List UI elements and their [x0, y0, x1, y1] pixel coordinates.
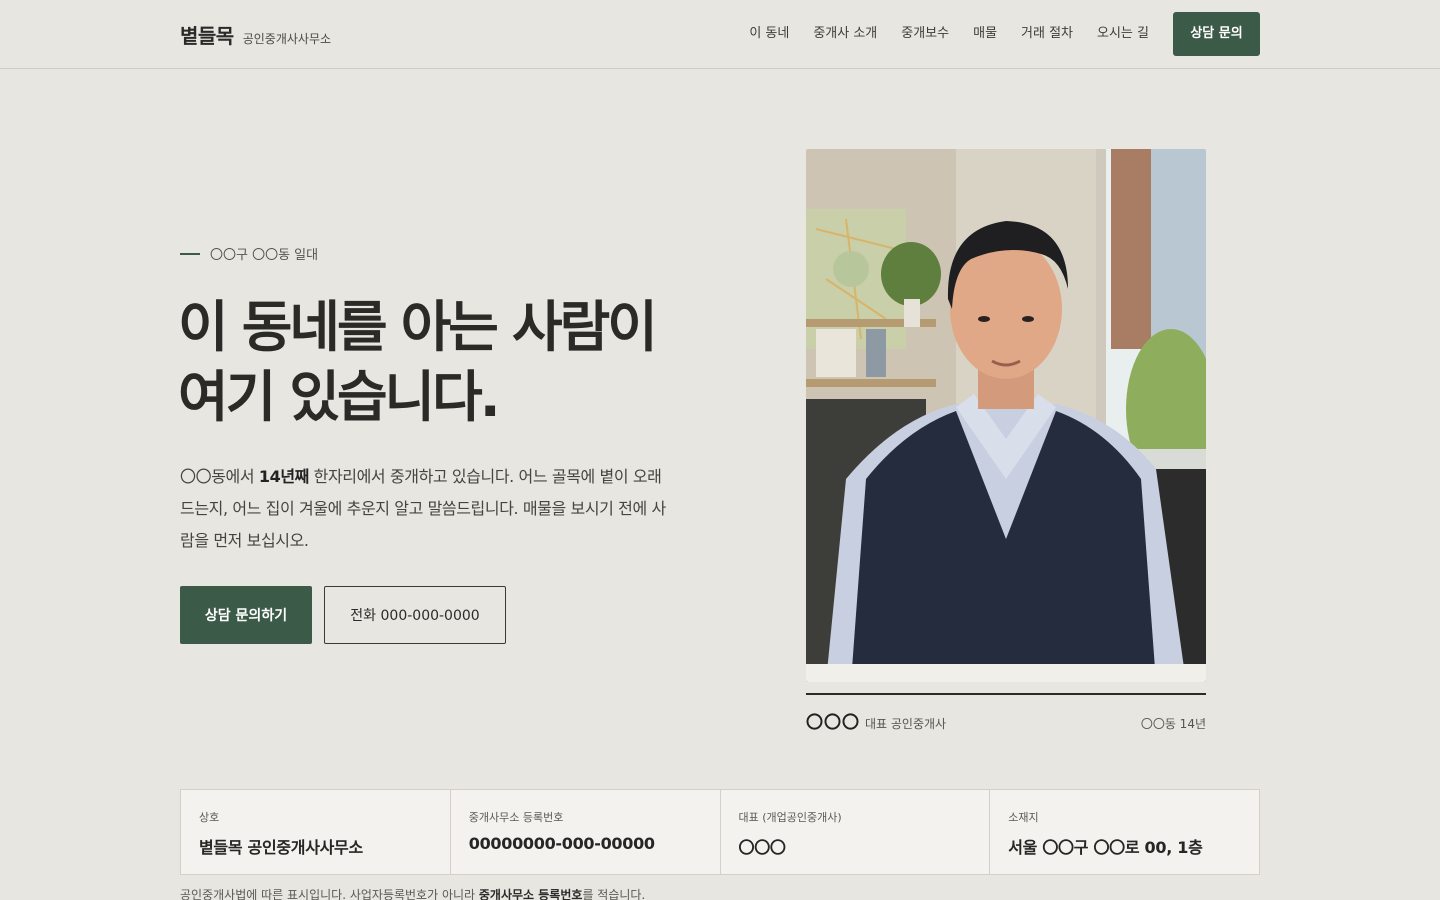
nav-item-listings[interactable]: 매물: [973, 12, 997, 56]
desc-years: 14년째: [258, 467, 310, 486]
agent-name: 〇〇〇: [806, 713, 860, 733]
site-header: 볕들목 공인중개사사무소 이 동네 중개사 소개 중개보수 매물 거래 절차 오…: [0, 0, 1440, 69]
footnote-bold: 중개사무소 등록번호: [478, 888, 583, 900]
hero-headline: 이 동네를 아는 사람이 여기 있습니다.: [178, 292, 738, 432]
info-cell-address: 소재지 서울 〇〇구 〇〇로 00, 1층: [990, 790, 1259, 874]
caption-left: 〇〇〇 대표 공인중개사: [806, 708, 946, 733]
info-label: 대표 (개업공인중개사): [738, 811, 842, 824]
footnote-post: 를 적습니다.: [582, 888, 646, 900]
nav-item-agent-intro[interactable]: 중개사 소개: [813, 12, 877, 56]
headline-line-1: 이 동네를 아는 사람이: [178, 295, 658, 359]
footnote-pre: 공인중개사법에 따른 표시입니다. 사업자등록번호가 아니라: [180, 888, 479, 900]
agent-tenure: 〇〇동 14년: [1140, 717, 1206, 731]
info-value: 서울 〇〇구 〇〇로 00, 1층: [1008, 838, 1203, 857]
brand-subtitle: 공인중개사사무소: [242, 32, 332, 46]
consult-button[interactable]: 상담 문의하기: [180, 586, 312, 644]
info-value: 볕들목 공인중개사사무소: [199, 838, 363, 857]
brand-name: 볕들목: [180, 24, 234, 48]
info-cell-registration-number: 중개사무소 등록번호 00000000-000-00000: [451, 790, 721, 874]
info-value: 〇〇〇: [738, 838, 786, 857]
main-nav: 이 동네 중개사 소개 중개보수 매물 거래 절차 오시는 길 상담 문의: [749, 12, 1260, 56]
nav-item-fees[interactable]: 중개보수: [901, 12, 949, 56]
portrait-caption-rule: [806, 693, 1206, 695]
headline-line-2: 여기 있습니다.: [178, 365, 501, 429]
hero-eyebrow: 〇〇구 〇〇동 일대: [180, 244, 318, 263]
info-label: 중개사무소 등록번호: [468, 811, 564, 824]
nav-item-process[interactable]: 거래 절차: [1021, 12, 1073, 56]
info-cell-business-name: 상호 볕들목 공인중개사사무소: [181, 790, 451, 874]
header-consult-button[interactable]: 상담 문의: [1173, 12, 1260, 56]
eyebrow-rule: [180, 252, 200, 255]
eyebrow-location: 〇〇구 〇〇동 일대: [210, 248, 319, 263]
info-label: 상호: [199, 811, 220, 824]
brand-logo[interactable]: 볕들목 공인중개사사무소: [180, 20, 331, 49]
portrait-caption: 〇〇〇 대표 공인중개사 〇〇동 14년: [806, 708, 1206, 733]
info-value: 00000000-000-00000: [468, 834, 655, 853]
agent-portrait: [806, 149, 1206, 682]
desc-pre: 〇〇동에서: [180, 467, 259, 486]
info-cell-representative: 대표 (개업공인중개사) 〇〇〇: [721, 790, 991, 874]
hero-description: 〇〇동에서 14년째 한자리에서 중개하고 있습니다. 어느 골목에 볕이 오래…: [180, 461, 670, 557]
office-info-table: 상호 볕들목 공인중개사사무소 중개사무소 등록번호 00000000-000-…: [180, 789, 1260, 875]
phone-button[interactable]: 전화 000-000-0000: [324, 586, 506, 644]
agent-role: 대표 공인중개사: [865, 717, 947, 731]
info-label: 소재지: [1008, 811, 1039, 824]
nav-item-neighborhood[interactable]: 이 동네: [749, 12, 789, 56]
legal-footnote: 공인중개사법에 따른 표시입니다. 사업자등록번호가 아니라 중개사무소 등록번…: [180, 886, 645, 900]
nav-item-directions[interactable]: 오시는 길: [1097, 12, 1149, 56]
